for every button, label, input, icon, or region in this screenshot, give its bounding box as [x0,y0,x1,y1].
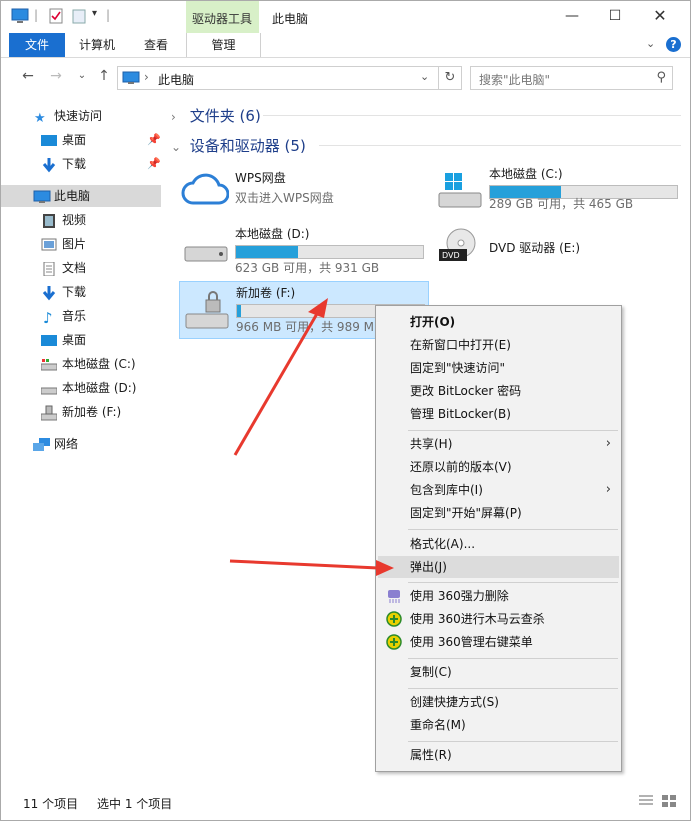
arrow-to-eject [229,559,394,576]
arrow-to-drive-f [233,298,328,456]
annotation-arrows [229,298,394,576]
